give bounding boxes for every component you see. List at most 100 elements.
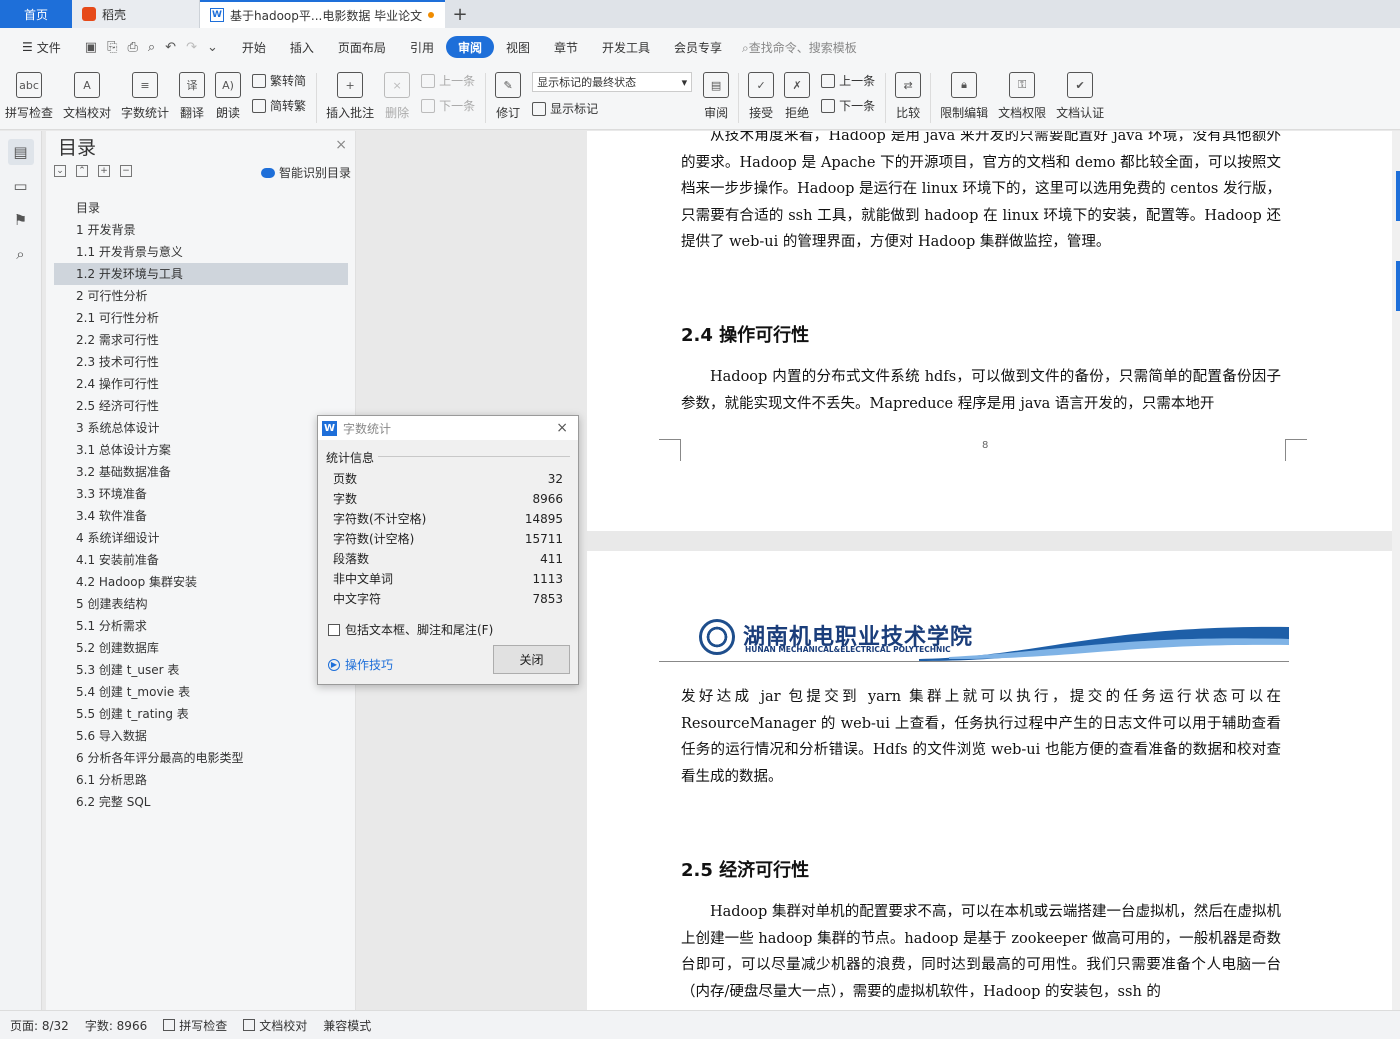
menu-review[interactable]: 审阅 xyxy=(445,36,494,58)
command-search[interactable]: ⌕查找命令、搜索模板 xyxy=(742,39,857,56)
preview-icon[interactable]: ⌕ xyxy=(148,40,155,55)
simp-to-trad-button[interactable]: 简转繁 xyxy=(252,97,306,114)
toc-item[interactable]: 4 系统详细设计 xyxy=(54,527,348,549)
customize-icon[interactable]: ⌄ xyxy=(207,40,218,55)
toc-item[interactable]: 1 开发背景 xyxy=(54,219,348,241)
page-indicator[interactable]: 页面: 8/32 xyxy=(10,1017,69,1034)
tab-home[interactable]: 首页 xyxy=(0,0,72,28)
menu-reference[interactable]: 引用 xyxy=(398,36,446,58)
toc-item[interactable]: 5 创建表结构 xyxy=(54,593,348,615)
chapter-panel-icon[interactable]: ▭ xyxy=(8,173,34,199)
convert-group: 繁转简 简转繁 xyxy=(246,70,312,116)
menu-start[interactable]: 开始 xyxy=(230,36,278,58)
bookmark-icon[interactable]: ⚑ xyxy=(8,207,34,233)
close-icon[interactable]: × xyxy=(556,420,568,436)
toc-item[interactable]: 5.1 分析需求 xyxy=(54,615,348,637)
track-changes-button[interactable]: ✎ 修订 xyxy=(490,70,526,126)
print-icon[interactable]: ⎙ xyxy=(127,40,137,55)
new-tab-button[interactable]: + xyxy=(445,0,475,28)
toc-item[interactable]: 3.1 总体设计方案 xyxy=(54,439,348,461)
reject-button[interactable]: ✗ 拒绝 xyxy=(779,70,815,126)
find-icon[interactable]: ⌕ xyxy=(8,241,34,267)
word-count-indicator[interactable]: 字数: 8966 xyxy=(85,1017,147,1034)
menu-developer[interactable]: 开发工具 xyxy=(590,36,662,58)
show-markup-button[interactable]: 显示标记 xyxy=(532,100,692,117)
accept-button[interactable]: ✓ 接受 xyxy=(743,70,779,126)
toc-item[interactable]: 4.1 安装前准备 xyxy=(54,549,348,571)
certify-icon: ✔ xyxy=(1067,72,1094,98)
dialog-titlebar[interactable]: W 字数统计 xyxy=(318,416,578,440)
trad-to-simp-button[interactable]: 繁转简 xyxy=(252,72,306,89)
close-icon[interactable]: × xyxy=(335,137,347,153)
toc-item[interactable]: 5.4 创建 t_movie 表 xyxy=(54,681,348,703)
menu-view[interactable]: 视图 xyxy=(494,36,542,58)
toc-item[interactable]: 6 分析各年评分最高的电影类型 xyxy=(54,747,348,769)
tab-docer[interactable]: 稻壳 xyxy=(72,0,200,28)
markup-state-select[interactable]: 显示标记的最终状态 ▾ xyxy=(532,72,693,92)
toc-item[interactable]: 2.1 可行性分析 xyxy=(54,307,348,329)
toc-item[interactable]: 2 可行性分析 xyxy=(54,285,348,307)
status-spell-check[interactable]: 拼写检查 xyxy=(163,1017,227,1034)
toc-item[interactable]: 6.2 完整 SQL xyxy=(54,791,348,813)
next-comment-button[interactable]: 下一条 xyxy=(421,97,475,114)
right-scroll-strip[interactable] xyxy=(1392,131,1400,1010)
collapse-all-icon[interactable]: ⌄ xyxy=(54,165,66,177)
compare-button[interactable]: ⇄ 比较 xyxy=(890,70,926,126)
read-aloud-button[interactable]: A) 朗读 xyxy=(210,70,246,126)
toc-item[interactable]: 3.4 软件准备 xyxy=(54,505,348,527)
toc-item[interactable]: 5.5 创建 t_rating 表 xyxy=(54,703,348,725)
prev-comment-button[interactable]: 上一条 xyxy=(421,72,475,89)
restrict-editing-button[interactable]: 🔒︎ 限制编辑 xyxy=(935,70,993,126)
toc-item[interactable]: 2.4 操作可行性 xyxy=(54,373,348,395)
toc-item[interactable]: 5.2 创建数据库 xyxy=(54,637,348,659)
page-number: 8 xyxy=(982,440,989,451)
tips-link[interactable]: ▶ 操作技巧 xyxy=(328,656,393,673)
delete-comment-button[interactable]: × 删除 xyxy=(379,70,415,126)
smart-toc-button[interactable]: 智能识别目录 xyxy=(260,164,351,181)
menu-insert[interactable]: 插入 xyxy=(278,36,326,58)
toc-panel-icon[interactable]: ▤ xyxy=(7,139,34,165)
doc-rights-button[interactable]: ⚿ 文档权限 xyxy=(993,70,1051,126)
next-change-button[interactable]: 下一条 xyxy=(821,97,875,114)
add-heading-icon[interactable]: + xyxy=(98,165,110,177)
toc-item[interactable]: 5.3 创建 t_user 表 xyxy=(54,659,348,681)
include-textbox-checkbox[interactable]: 包括文本框、脚注和尾注(F) xyxy=(328,621,493,638)
toc-item[interactable]: 2.5 经济可行性 xyxy=(54,395,348,417)
insert-comment-button[interactable]: + 插入批注 xyxy=(321,70,379,126)
toc-item[interactable]: 3.2 基础数据准备 xyxy=(54,461,348,483)
spell-check-button[interactable]: abc 拼写检查 xyxy=(0,70,58,126)
toc-item[interactable]: 目录 xyxy=(54,197,348,219)
undo-icon[interactable]: ↶ xyxy=(165,40,176,55)
translate-button[interactable]: 译翻译 xyxy=(174,70,210,126)
expand-all-icon[interactable]: ⌃ xyxy=(76,165,88,177)
doc-certify-button[interactable]: ✔ 文档认证 xyxy=(1051,70,1109,126)
proofread-button[interactable]: A 文档校对 xyxy=(58,70,116,126)
toc-item[interactable]: 3 系统总体设计 xyxy=(54,417,348,439)
menu-member[interactable]: 会员专享 xyxy=(662,36,734,58)
toc-item[interactable]: 3.3 环境准备 xyxy=(54,483,348,505)
close-button[interactable]: 关闭 xyxy=(493,645,570,674)
toc-item[interactable]: 2.2 需求可行性 xyxy=(54,329,348,351)
status-proofread[interactable]: 文档校对 xyxy=(243,1017,307,1034)
play-icon: ▶ xyxy=(328,658,340,671)
toc-item[interactable]: 1.1 开发背景与意义 xyxy=(54,241,348,263)
file-menu[interactable]: ☰ 文件 xyxy=(10,36,73,58)
stats-value: 32 xyxy=(547,472,563,486)
remove-heading-icon[interactable]: − xyxy=(120,165,132,177)
word-count-button[interactable]: ≡ 字数统计 xyxy=(116,70,174,126)
toc-item[interactable]: 1.2 开发环境与工具 xyxy=(54,263,348,285)
review-pane-button[interactable]: ▤ 审阅 xyxy=(698,70,734,126)
toc-item[interactable]: 4.2 Hadoop 集群安装 xyxy=(54,571,348,593)
format-painter-icon[interactable]: ⎘ xyxy=(107,40,117,55)
toc-item[interactable]: 2.3 技术可行性 xyxy=(54,351,348,373)
redo-icon[interactable]: ↷ xyxy=(186,40,197,55)
prev-change-button[interactable]: 上一条 xyxy=(821,72,875,89)
compat-mode-indicator: 兼容模式 xyxy=(323,1018,372,1033)
command-search-text: 查找命令、搜索模板 xyxy=(748,40,857,55)
toc-item[interactable]: 5.6 导入数据 xyxy=(54,725,348,747)
save-icon[interactable]: ▣ xyxy=(85,40,97,55)
menu-layout[interactable]: 页面布局 xyxy=(326,36,398,58)
tab-document[interactable]: W 基于hadoop平...电影数据 毕业论文 xyxy=(200,0,445,28)
menu-section[interactable]: 章节 xyxy=(542,36,590,58)
toc-item[interactable]: 6.1 分析思路 xyxy=(54,769,348,791)
